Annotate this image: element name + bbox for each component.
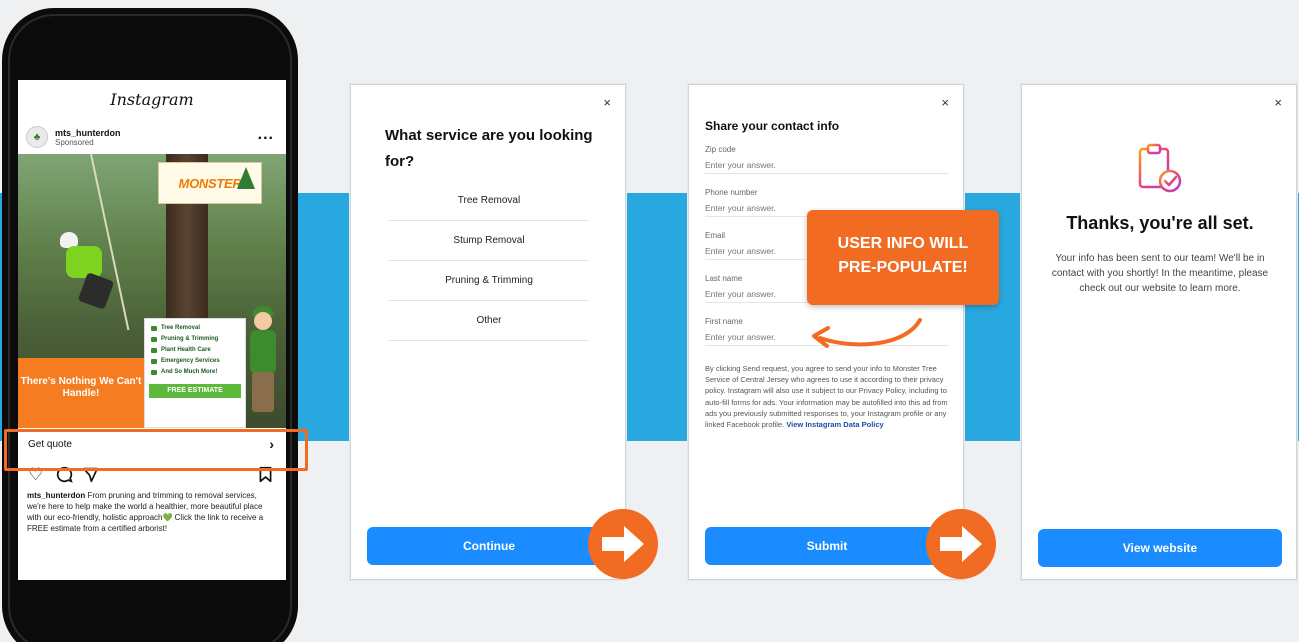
account-name[interactable]: mts_hunterdon <box>55 128 121 138</box>
field-label: Phone number <box>705 188 758 197</box>
service-item: Plant Health Care <box>149 345 241 356</box>
arborist-climber <box>60 232 118 310</box>
thanks-title: Thanks, you're all set. <box>1066 213 1254 233</box>
callout-line-1: USER INFO WILL <box>837 235 969 252</box>
submit-button[interactable]: Submit <box>705 527 949 565</box>
thanks-body: Your info has been sent to our team! We'… <box>1051 253 1269 294</box>
view-website-button[interactable]: View website <box>1038 529 1282 567</box>
service-item: Emergency Services <box>149 356 241 367</box>
continue-button[interactable]: Continue <box>367 527 611 565</box>
thank-you-card: × Thanks, you're all set. Your info has … <box>1021 84 1297 580</box>
service-item: Pruning & Trimming <box>149 334 241 345</box>
question-title: What service are you looking for? <box>385 127 593 170</box>
post-caption: mts_hunterdon From pruning and trimming … <box>18 490 286 534</box>
more-options-icon[interactable]: ... <box>258 126 274 144</box>
arrow-right-icon <box>588 509 658 579</box>
service-question-card: × What service are you looking for? Tree… <box>350 84 626 580</box>
brand-logo-text: MONSTER <box>178 175 242 191</box>
option-tree-removal[interactable]: Tree Removal <box>389 181 589 221</box>
instagram-screen: Instagram ♣ mts_hunterdon Sponsored ... … <box>18 80 286 580</box>
tree-icon <box>237 167 255 189</box>
service-item: Tree Removal <box>149 323 241 334</box>
app-title: Instagram <box>110 90 194 109</box>
services-list: Tree Removal Pruning & Trimming Plant He… <box>144 318 246 428</box>
brand-logo: MONSTER <box>158 162 262 204</box>
callout-line-2: PRE-POPULATE! <box>838 259 968 276</box>
close-icon[interactable]: × <box>941 95 949 110</box>
avatar[interactable]: ♣ <box>26 126 48 148</box>
prepopulate-callout: USER INFO WILL PRE-POPULATE! <box>807 210 999 305</box>
ad-image[interactable]: MONSTER Tree Removal Pruning & Trimming … <box>18 154 286 428</box>
sponsored-label: Sponsored <box>55 137 94 147</box>
service-item: And So Much More! <box>149 367 241 378</box>
contact-title: Share your contact info <box>705 119 840 133</box>
free-estimate-badge: FREE ESTIMATE <box>149 384 241 398</box>
post-header: ♣ mts_hunterdon Sponsored ... <box>18 120 286 154</box>
field-label: Zip code <box>705 145 736 154</box>
get-quote-highlight <box>4 429 308 471</box>
curved-arrow-icon <box>812 318 922 348</box>
close-icon[interactable]: × <box>603 95 611 110</box>
data-policy-link[interactable]: View Instagram Data Policy <box>786 420 883 429</box>
legal-disclaimer: By clicking Send request, you agree to s… <box>705 363 949 430</box>
caption-username[interactable]: mts_hunterdon <box>27 491 85 500</box>
close-icon[interactable]: × <box>1274 95 1282 110</box>
option-pruning-trimming[interactable]: Pruning & Trimming <box>389 261 589 301</box>
clipboard-check-icon <box>1138 143 1182 193</box>
ad-tagline: There's Nothing We Can't Handle! <box>20 376 142 399</box>
option-other[interactable]: Other <box>389 301 589 341</box>
mascot-figure <box>246 306 280 416</box>
option-stump-removal[interactable]: Stump Removal <box>389 221 589 261</box>
field-input[interactable]: Enter your answer. <box>705 158 949 174</box>
zip-code-field[interactable]: Zip code Enter your answer. <box>705 145 949 174</box>
arrow-right-icon <box>926 509 996 579</box>
